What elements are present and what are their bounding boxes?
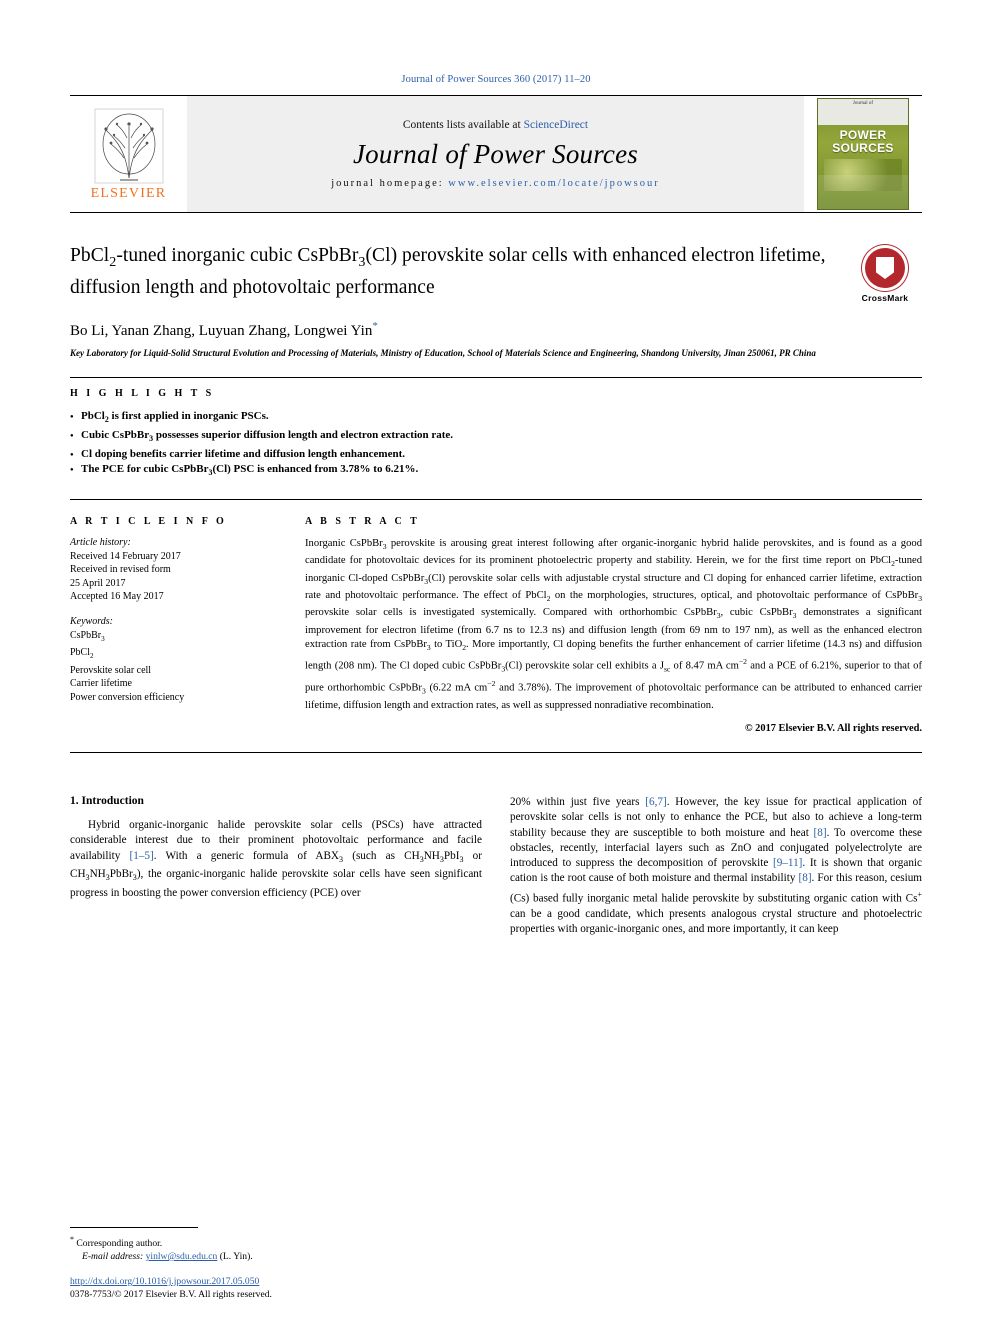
abstract-column: A B S T R A C T Inorganic CsPbBr3 perovs… — [305, 506, 922, 734]
highlights-heading: H I G H L I G H T S — [70, 388, 215, 400]
email-suffix: (L. Yin). — [217, 1251, 253, 1262]
journal-title: Journal of Power Sources — [352, 139, 639, 169]
paragraph: 20% within just five years [6,7]. Howeve… — [510, 795, 922, 936]
corresponding-author-marker: * — [372, 319, 378, 332]
history-line: Received in revised form — [70, 564, 171, 576]
elsevier-wordmark: ELSEVIER — [90, 186, 167, 201]
abstract-heading: A B S T R A C T — [305, 515, 420, 527]
authors-names: Bo Li, Yanan Zhang, Luyuan Zhang, Longwe… — [70, 322, 373, 339]
masthead-center: Contents lists available at ScienceDirec… — [187, 96, 804, 212]
history-line: Received 14 February 2017 — [70, 550, 181, 562]
article-history-label: Article history: — [70, 536, 131, 548]
citation-link[interactable]: [8] — [814, 827, 827, 839]
contents-prefix: Contents lists available at — [402, 119, 524, 131]
keywords-block: Keywords: CsPbBr3 PbCl2 Perovskite solar… — [70, 616, 283, 705]
author-list: Bo Li, Yanan Zhang, Luyuan Zhang, Longwe… — [70, 317, 834, 341]
list-item: Cl doping benefits carrier lifetime and … — [70, 447, 922, 463]
copyright-line: © 2017 Elsevier B.V. All rights reserved… — [744, 722, 922, 734]
citation-link[interactable]: [1–5] — [130, 850, 154, 862]
elsevier-logo: ELSEVIER — [70, 96, 187, 212]
citation-link[interactable]: [9–11] — [773, 857, 802, 869]
page-title: PbCl2-tuned inorganic cubic CsPbBr3(Cl) … — [70, 245, 826, 298]
crossmark-icon — [862, 245, 908, 291]
article-info-heading: A R T I C L E I N F O — [70, 515, 227, 527]
email-label: E-mail address: — [82, 1251, 146, 1262]
doi-footer: http://dx.doi.org/10.1016/j.jpowsour.201… — [70, 1275, 490, 1301]
keyword-item: Power conversion efficiency — [70, 691, 185, 703]
title-and-authors: PbCl2-tuned inorganic cubic CsPbBr3(Cl) … — [70, 243, 848, 359]
corresponding-author-footnote: * Corresponding author. E-mail address: … — [70, 1226, 485, 1263]
body-left-column: 1. Introduction Hybrid organic-inorganic… — [70, 795, 482, 937]
abstract-text: Inorganic CsPbBr3 perovskite is arousing… — [305, 537, 923, 711]
sciencedirect-link[interactable]: ScienceDirect — [524, 119, 589, 131]
keyword-item: CsPbBr3 — [70, 629, 105, 643]
footnote-email-line: E-mail address: yinlw@sdu.edu.cn (L. Yin… — [70, 1250, 485, 1263]
list-item: Cubic CsPbBr3 possesses superior diffusi… — [70, 428, 922, 447]
article-info-column: A R T I C L E I N F O Article history: R… — [70, 506, 305, 734]
footnote-line: * Corresponding author. — [70, 1233, 485, 1250]
corresponding-label: Corresponding author. — [76, 1238, 163, 1249]
footnote-marker: * — [70, 1234, 74, 1244]
history-line: 25 April 2017 — [70, 577, 126, 589]
history-line: Accepted 16 May 2017 — [70, 591, 164, 603]
elsevier-tree-icon — [94, 108, 163, 184]
list-item: The PCE for cubic CsPbBr3(Cl) PSC is enh… — [70, 462, 922, 481]
issn-copyright: 0378-7753/© 2017 Elsevier B.V. All right… — [70, 1289, 272, 1300]
cover-header-text: Journal of — [818, 99, 908, 125]
doi-link[interactable]: http://dx.doi.org/10.1016/j.jpowsour.201… — [70, 1275, 490, 1288]
cover-title-text: POWER SOURCES — [832, 128, 894, 155]
contents-available-line: Contents lists available at ScienceDirec… — [403, 119, 588, 131]
journal-cover: Journal of POWER SOURCES — [804, 96, 922, 212]
paragraph: Hybrid organic-inorganic halide perovski… — [70, 818, 483, 899]
article-page: Journal of Power Sources 360 (2017) 11–2… — [0, 0, 992, 1323]
body-right-column: 20% within just five years [6,7]. Howeve… — [510, 795, 922, 937]
keyword-item: Carrier lifetime — [70, 678, 132, 690]
info-abstract-row: A R T I C L E I N F O Article history: R… — [70, 506, 922, 734]
divider-middle — [70, 498, 922, 500]
affiliation: Key Laboratory for Liquid-Solid Structur… — [70, 347, 816, 358]
homepage-label: journal homepage: — [331, 178, 449, 189]
title-block: PbCl2-tuned inorganic cubic CsPbBr3(Cl) … — [70, 243, 922, 359]
cover-thumbnail: Journal of POWER SOURCES — [817, 98, 909, 210]
keyword-item: Perovskite solar cell — [70, 664, 152, 676]
cover-footer-band — [818, 175, 908, 209]
author-email-link[interactable]: yinlw@sdu.edu.cn — [146, 1251, 218, 1262]
list-item: PbCl2 is first applied in inorganic PSCs… — [70, 409, 922, 428]
divider-bottom — [70, 751, 922, 753]
journal-masthead: ELSEVIER Contents lists available at Sci… — [70, 95, 922, 213]
keyword-item: PbCl2 — [70, 647, 94, 661]
body-columns: 1. Introduction Hybrid organic-inorganic… — [70, 795, 922, 937]
journal-reference: Journal of Power Sources 360 (2017) 11–2… — [401, 74, 591, 85]
crossmark-badge[interactable]: CrossMark — [848, 243, 922, 303]
section-heading: 1. Introduction — [70, 794, 144, 807]
crossmark-label: CrossMark — [861, 293, 909, 303]
highlights-list: PbCl2 is first applied in inorganic PSCs… — [70, 409, 922, 481]
journal-homepage-line: journal homepage: www.elsevier.com/locat… — [331, 178, 660, 189]
footnote-divider — [70, 1226, 198, 1228]
citation-link[interactable]: [8] — [799, 872, 812, 884]
citation-link[interactable]: [6,7] — [645, 796, 666, 808]
highlights-section: H I G H L I G H T S PbCl2 is first appli… — [70, 388, 922, 481]
homepage-url[interactable]: www.elsevier.com/locate/jpowsour — [448, 178, 659, 189]
keywords-label: Keywords: — [70, 615, 113, 627]
divider-top — [70, 377, 922, 379]
